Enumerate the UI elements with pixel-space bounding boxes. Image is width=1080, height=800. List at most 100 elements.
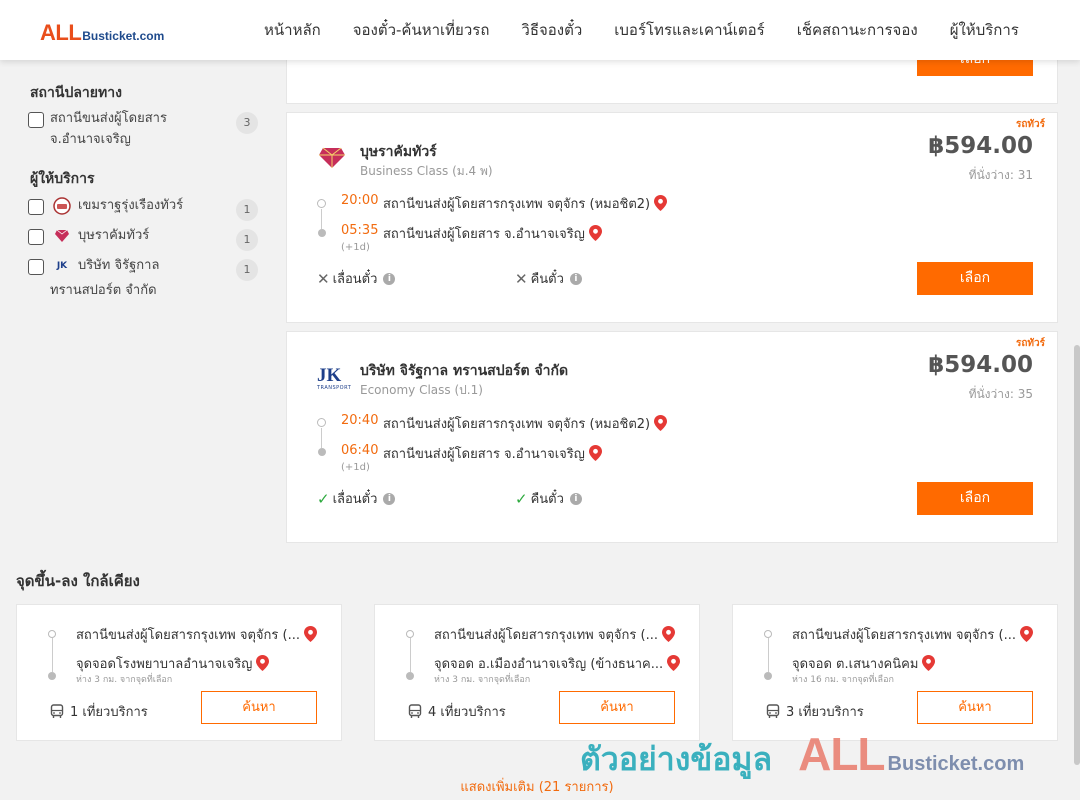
check-icon: ✓ <box>515 489 528 508</box>
operator-filter-item[interactable]: JK บริษัท จิรัฐกาล ทรานสปอร์ต จำกัด 1 <box>28 257 258 301</box>
reschedule-label: เลื่อนตั๋ว <box>332 492 378 507</box>
route-line <box>321 209 322 229</box>
refund-label: คืนตั๋ว <box>530 272 564 287</box>
depart-dot <box>317 418 326 427</box>
destination-label-line2: จ.อำนาจเจริญ <box>50 132 131 147</box>
route-line <box>768 638 769 672</box>
watermark-logo-all: ALL <box>798 728 885 780</box>
nearby-trip-count: 1 เที่ยวบริการ <box>50 701 148 722</box>
destination-filter-title: สถานีปลายทาง <box>30 85 122 101</box>
operator-checkbox[interactable] <box>28 259 44 275</box>
operator-checkbox[interactable] <box>28 229 44 245</box>
arrive-time: 05:35 <box>341 223 379 238</box>
next-day-badge: (+1d) <box>341 242 370 253</box>
arrive-time: 06:40 <box>341 443 379 458</box>
nearby-stop-card: สถานีขนส่งผู้โดยสารกรุงเทพ จตุจักร (... … <box>374 604 700 741</box>
nearby-search-button[interactable]: ค้นหา <box>917 691 1033 724</box>
nearby-stop-card: สถานีขนส่งผู้โดยสารกรุงเทพ จตุจักร (... … <box>732 604 1058 741</box>
operator-label-line2: ทรานสปอร์ต จำกัด <box>50 283 157 298</box>
location-pin-icon <box>654 195 668 211</box>
depart-time: 20:00 <box>341 193 379 208</box>
next-day-badge: (+1d) <box>341 462 370 473</box>
nav-home[interactable]: หน้าหลัก <box>264 18 321 42</box>
select-trip-button[interactable]: เลือก <box>917 262 1033 295</box>
cross-icon: ✕ <box>515 269 528 288</box>
location-pin-icon <box>667 655 681 671</box>
tour-bus-tag: รถทัวร์ <box>1015 338 1045 349</box>
location-pin-icon <box>303 626 317 642</box>
to-dot <box>406 672 414 680</box>
to-dot <box>764 672 772 680</box>
main-nav: หน้าหลัก จองตั๋ว-ค้นหาเที่ยวรถ วิธีจองตั… <box>248 0 1035 60</box>
operator-checkbox[interactable] <box>28 199 44 215</box>
operator-filter-title: ผู้ให้บริการ <box>30 171 95 187</box>
site-logo[interactable]: ALL Busticket.com <box>40 20 164 46</box>
nav-operators[interactable]: ผู้ให้บริการ <box>950 18 1019 42</box>
nav-book-search[interactable]: จองตั๋ว-ค้นหาเที่ยวรถ <box>353 18 490 42</box>
destination-count-badge: 3 <box>236 112 258 134</box>
nearby-stops-title: จุดขึ้น-ลง ใกล้เคียง <box>16 572 140 590</box>
location-pin-icon <box>654 415 668 431</box>
location-pin-icon <box>661 626 675 642</box>
bus-icon <box>766 704 780 718</box>
to-dot <box>48 672 56 680</box>
nav-contact-counter[interactable]: เบอร์โทรและเคาน์เตอร์ <box>614 18 764 42</box>
from-dot <box>764 630 772 638</box>
operator-count-badge: 1 <box>236 259 258 281</box>
reschedule-policy: ✓ เลื่อนตั๋ว i <box>317 488 396 509</box>
nav-check-booking[interactable]: เช็คสถานะการจอง <box>797 18 918 42</box>
cross-icon: ✕ <box>317 269 330 288</box>
arrive-stop: สถานีขนส่งผู้โดยสาร จ.อำนาจเจริญ <box>383 443 602 464</box>
nearby-search-button[interactable]: ค้นหา <box>201 691 317 724</box>
info-icon[interactable]: i <box>569 272 582 285</box>
arrive-stop: สถานีขนส่งผู้โดยสาร จ.อำนาจเจริญ <box>383 223 602 244</box>
select-trip-button[interactable]: เลือก <box>917 482 1033 515</box>
depart-time: 20:40 <box>341 413 379 428</box>
destination-filter-item[interactable]: สถานีขนส่งผู้โดยสาร จ.อำนาจเจริญ 3 <box>28 110 258 154</box>
destination-checkbox[interactable] <box>28 112 44 128</box>
refund-policy: ✕ คืนตั๋ว i <box>515 268 582 289</box>
nearby-to: จุดจอด อ.เมืองอำนาจเจริญ (ข้างธนาค... <box>434 653 681 674</box>
operator-label-line1: บริษัท จิรัฐกาล <box>78 258 160 273</box>
route-line <box>321 428 322 448</box>
operator-count-badge: 1 <box>236 199 258 221</box>
info-icon[interactable]: i <box>569 492 582 505</box>
check-icon: ✓ <box>317 489 330 508</box>
bus-icon <box>50 704 64 718</box>
trip-price: ฿594.00 <box>928 133 1033 159</box>
show-more-link[interactable]: แสดงเพิ่มเติม (21 รายการ) <box>0 776 1074 797</box>
jk-logo-icon: JK TRANSPORT <box>317 365 352 391</box>
nearby-to: จุดจอด ต.เสนางคนิคม <box>792 653 936 674</box>
info-icon[interactable]: i <box>383 492 396 505</box>
bus-class: Business Class (ม.4 พ) <box>360 164 493 178</box>
nearby-from: สถานีขนส่งผู้โดยสารกรุงเทพ จตุจักร (... <box>792 624 1033 645</box>
location-pin-icon <box>256 655 270 671</box>
nearby-search-button[interactable]: ค้นหา <box>559 691 675 724</box>
nearby-trip-count: 4 เที่ยวบริการ <box>408 701 506 722</box>
info-icon[interactable]: i <box>383 272 396 285</box>
operator-filter-item[interactable]: เขมราฐรุ่งเรืองทัวร์ 1 <box>28 197 258 221</box>
refund-label: คืนตั๋ว <box>530 492 564 507</box>
operator-filter-item[interactable]: บุษราคัมทัวร์ 1 <box>28 227 258 251</box>
bussarakam-logo-icon <box>53 227 71 245</box>
reschedule-policy: ✕ เลื่อนตั๋ว i <box>317 268 396 289</box>
bus-icon <box>408 704 422 718</box>
location-pin-icon <box>922 655 936 671</box>
bus-class: Economy Class (ป.1) <box>360 383 483 397</box>
reschedule-label: เลื่อนตั๋ว <box>332 272 378 287</box>
depart-stop: สถานีขนส่งผู้โดยสารกรุงเทพ จตุจักร (หมอช… <box>383 413 668 434</box>
nav-how-to-book[interactable]: วิธีจองตั๋ว <box>521 18 582 42</box>
arrive-dot <box>318 448 326 456</box>
watermark-logo-rest: Busticket.com <box>887 753 1025 775</box>
nearby-trip-count: 3 เที่ยวบริการ <box>766 701 864 722</box>
nearby-to: จุดจอดโรงพยาบาลอำนาจเจริญ <box>76 653 270 674</box>
logo-rest-text: Busticket.com <box>82 29 165 43</box>
location-pin-icon <box>588 445 602 461</box>
destination-label-line1: สถานีขนส่งผู้โดยสาร <box>50 111 167 126</box>
from-dot <box>48 630 56 638</box>
operator-name: บริษัท จิรัฐกาล ทรานสปอร์ต จำกัด <box>360 363 569 379</box>
page-scrollbar[interactable] <box>1074 345 1080 765</box>
refund-policy: ✓ คืนตั๋ว i <box>515 488 582 509</box>
trip-card: รถทัวร์ บุษราคัมทัวร์ Business Class (ม.… <box>286 112 1058 323</box>
bussarakam-logo-icon <box>317 145 347 171</box>
